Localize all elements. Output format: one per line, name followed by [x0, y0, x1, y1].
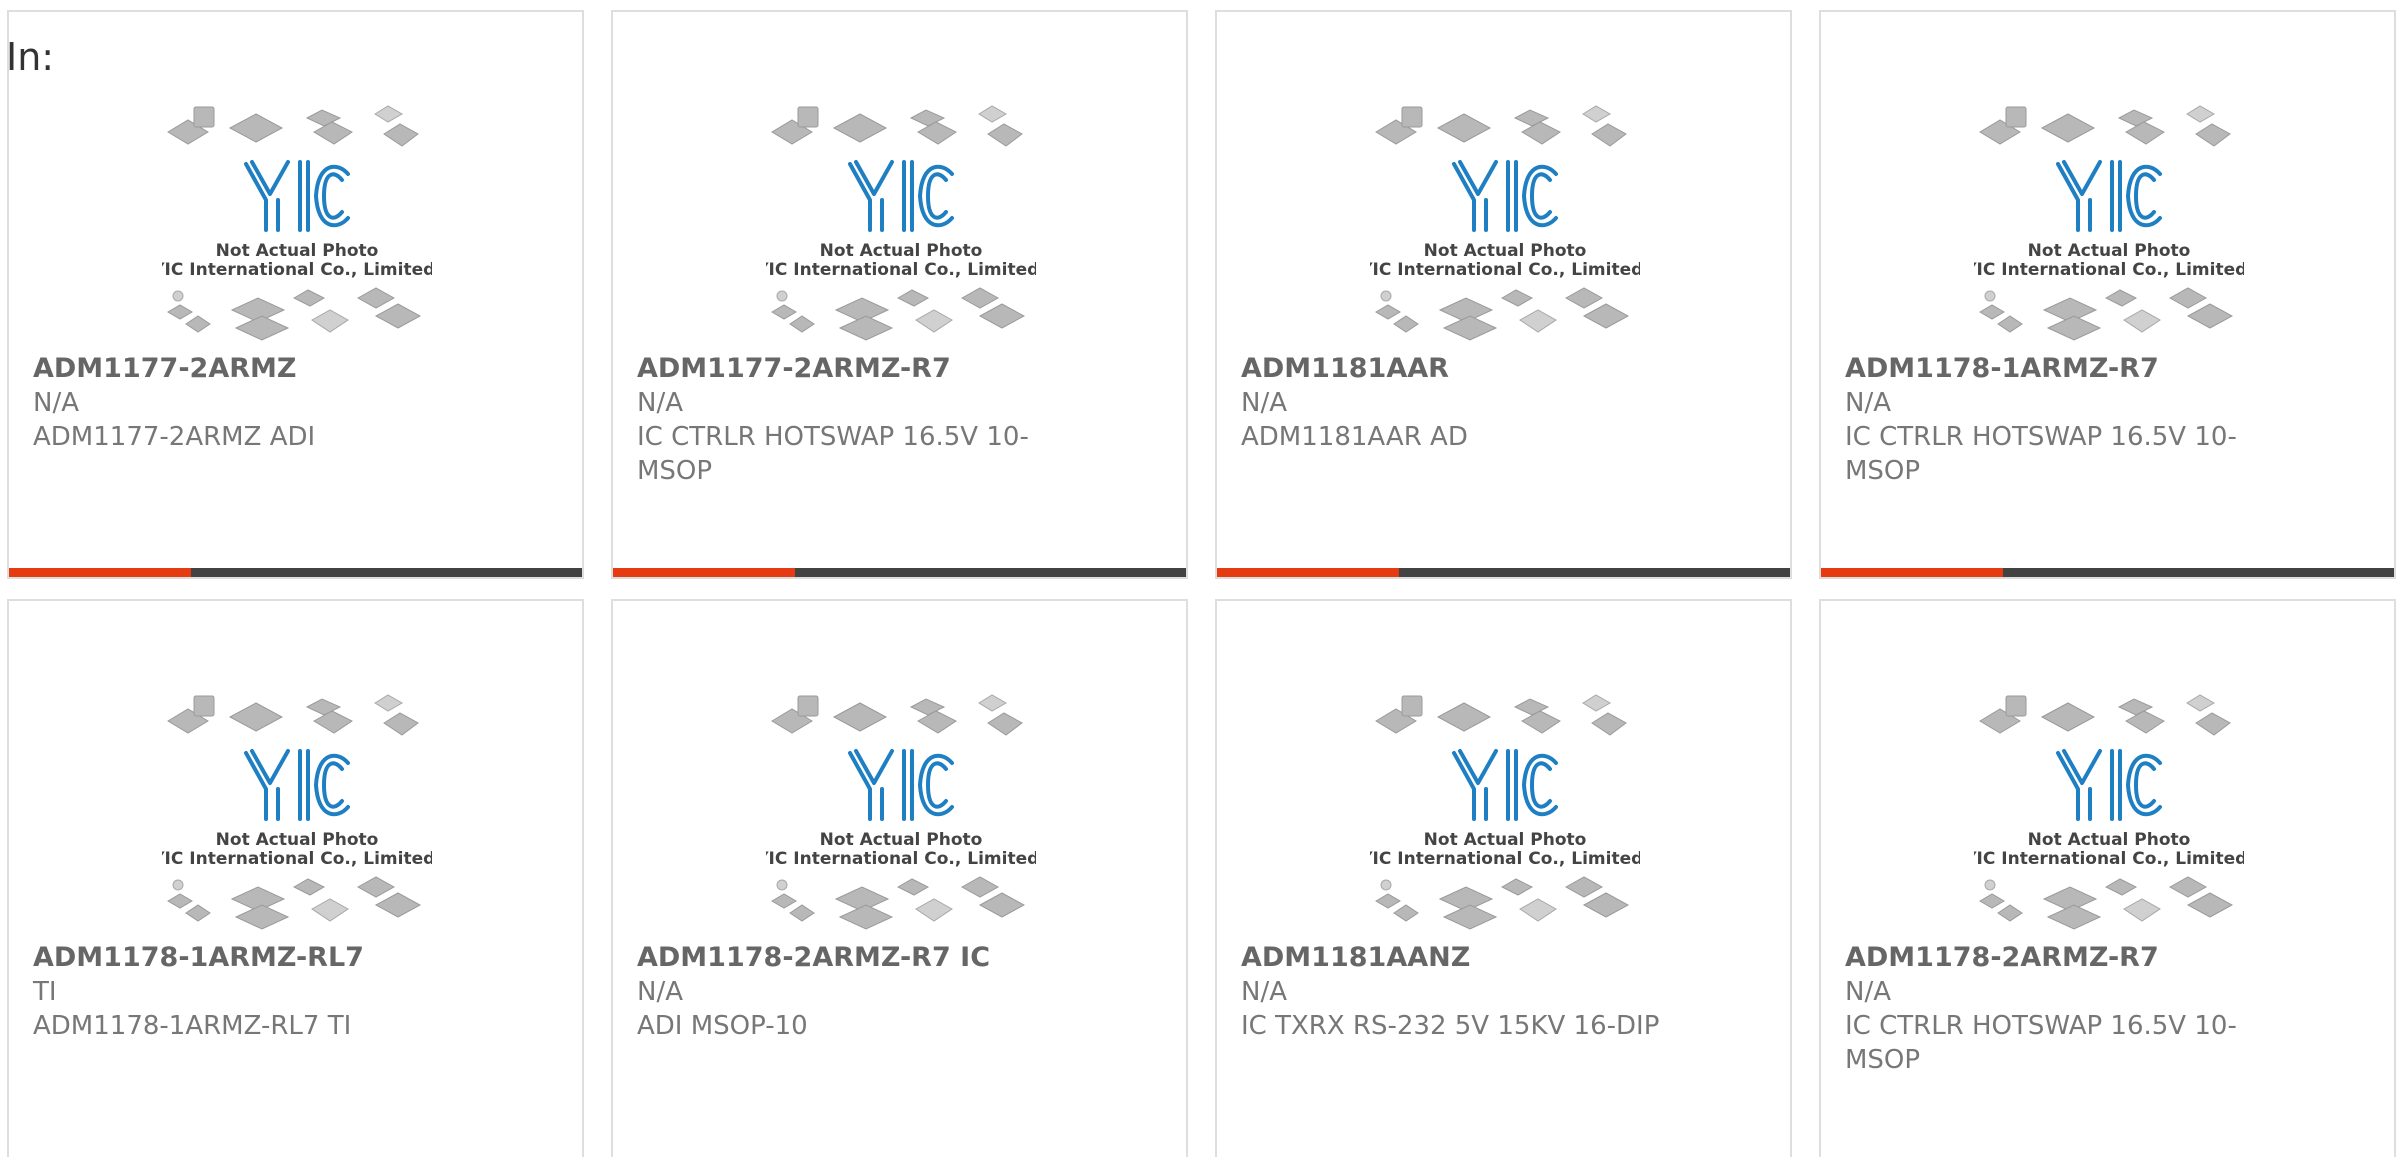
card-bar-accent [9, 568, 191, 577]
chip-icons-top [771, 694, 1023, 736]
product-card[interactable]: Not Actual Photo YIC International Co., … [611, 10, 1188, 579]
chip-icons-bottom [1375, 876, 1630, 930]
product-card[interactable]: Not Actual Photo YIC International Co., … [1215, 599, 1792, 1157]
chip-icons-bottom [771, 876, 1026, 930]
part-number[interactable]: ADM1181AAR [1241, 352, 1766, 386]
yic-logo [244, 749, 350, 821]
product-card[interactable]: Not Actual Photo YIC International Co., … [611, 599, 1188, 1157]
chip-icons-bottom [167, 287, 422, 341]
placeholder-line2: YIC International Co., Limited. [162, 849, 432, 869]
description: IC CTRLR HOTSWAP 16.5V 10-MSOP [1845, 1011, 2237, 1075]
chip-icons-top [167, 105, 419, 147]
card-bar [1217, 568, 1790, 577]
placeholder-line1: Not Actual Photo [216, 241, 379, 261]
product-placeholder-image: Not Actual Photo YIC International Co., … [766, 694, 1036, 930]
placeholder-line2: YIC International Co., Limited. [1974, 849, 2244, 869]
product-placeholder-image: Not Actual Photo YIC International Co., … [1370, 105, 1640, 341]
card-bar-accent [1821, 568, 2003, 577]
chip-icons-top [1375, 105, 1627, 147]
chip-icons-top [771, 105, 1023, 147]
part-number[interactable]: ADM1177-2ARMZ [33, 352, 558, 386]
chip-icons-bottom [167, 876, 422, 930]
description: IC TXRX RS-232 5V 15KV 16-DIP [1241, 1011, 1660, 1041]
product-card[interactable]: Not Actual Photo YIC International Co., … [1819, 599, 2396, 1157]
in-label: In: [6, 35, 55, 79]
description: IC CTRLR HOTSWAP 16.5V 10-MSOP [637, 422, 1029, 486]
card-bar [613, 568, 1186, 577]
product-placeholder-image: Not Actual Photo YIC International Co., … [766, 105, 1036, 341]
yic-logo [848, 749, 954, 821]
card-bar [9, 568, 582, 577]
card-bar [1821, 568, 2394, 577]
product-card[interactable]: Not Actual Photo YIC International Co., … [7, 10, 584, 579]
product-placeholder-image: Not Actual Photo YIC International Co., … [162, 105, 432, 341]
placeholder-line2: YIC International Co., Limited. [1370, 260, 1640, 280]
chip-icons-bottom [1979, 287, 2234, 341]
chip-icons-top [167, 694, 419, 736]
description: IC CTRLR HOTSWAP 16.5V 10-MSOP [1845, 422, 2237, 486]
placeholder-line1: Not Actual Photo [1424, 830, 1587, 850]
chip-icons-bottom [1979, 876, 2234, 930]
chip-icons-bottom [771, 287, 1026, 341]
manufacturer: TI [33, 977, 57, 1007]
manufacturer: N/A [1845, 977, 1891, 1007]
placeholder-line2: YIC International Co., Limited. [766, 849, 1036, 869]
manufacturer: N/A [33, 388, 79, 418]
chip-icons-top [1979, 694, 2231, 736]
chip-icons-bottom [1375, 287, 1630, 341]
placeholder-line1: Not Actual Photo [2028, 830, 2191, 850]
product-card[interactable]: Not Actual Photo YIC International Co., … [7, 599, 584, 1157]
placeholder-line1: Not Actual Photo [820, 830, 983, 850]
placeholder-line1: Not Actual Photo [820, 241, 983, 261]
part-number[interactable]: ADM1178-2ARMZ-R7 [1845, 941, 2370, 975]
yic-logo [2056, 160, 2162, 232]
description: ADI MSOP-10 [637, 1011, 808, 1041]
manufacturer: N/A [637, 977, 683, 1007]
product-card[interactable]: Not Actual Photo YIC International Co., … [1215, 10, 1792, 579]
part-number[interactable]: ADM1178-1ARMZ-RL7 [33, 941, 558, 975]
manufacturer: N/A [1241, 977, 1287, 1007]
part-number[interactable]: ADM1177-2ARMZ-R7 [637, 352, 1162, 386]
placeholder-line1: Not Actual Photo [2028, 241, 2191, 261]
description: ADM1178-1ARMZ-RL7 TI [33, 1011, 352, 1041]
chip-icons-top [1979, 105, 2231, 147]
card-bar-accent [613, 568, 795, 577]
yic-logo [1452, 749, 1558, 821]
part-number[interactable]: ADM1181AANZ [1241, 941, 1766, 975]
product-placeholder-image: Not Actual Photo YIC International Co., … [1974, 105, 2244, 341]
card-bar-accent [1217, 568, 1399, 577]
yic-logo [1452, 160, 1558, 232]
description: ADM1177-2ARMZ ADI [33, 422, 316, 452]
yic-logo [848, 160, 954, 232]
part-number[interactable]: ADM1178-1ARMZ-R7 [1845, 352, 2370, 386]
placeholder-line2: YIC International Co., Limited. [766, 260, 1036, 280]
part-number[interactable]: ADM1178-2ARMZ-R7 IC [637, 941, 1162, 975]
placeholder-line1: Not Actual Photo [1424, 241, 1587, 261]
manufacturer: N/A [637, 388, 683, 418]
manufacturer: N/A [1241, 388, 1287, 418]
product-card[interactable]: Not Actual Photo YIC International Co., … [1819, 10, 2396, 579]
placeholder-line2: YIC International Co., Limited. [1974, 260, 2244, 280]
placeholder-line2: YIC International Co., Limited. [162, 260, 432, 280]
placeholder-line1: Not Actual Photo [216, 830, 379, 850]
manufacturer: N/A [1845, 388, 1891, 418]
description: ADM1181AAR AD [1241, 422, 1468, 452]
product-placeholder-image: Not Actual Photo YIC International Co., … [162, 694, 432, 930]
placeholder-line2: YIC International Co., Limited. [1370, 849, 1640, 869]
chip-icons-top [1375, 694, 1627, 736]
product-placeholder-image: Not Actual Photo YIC International Co., … [1370, 694, 1640, 930]
product-placeholder-image: Not Actual Photo YIC International Co., … [1974, 694, 2244, 930]
yic-logo [2056, 749, 2162, 821]
yic-logo [244, 160, 350, 232]
